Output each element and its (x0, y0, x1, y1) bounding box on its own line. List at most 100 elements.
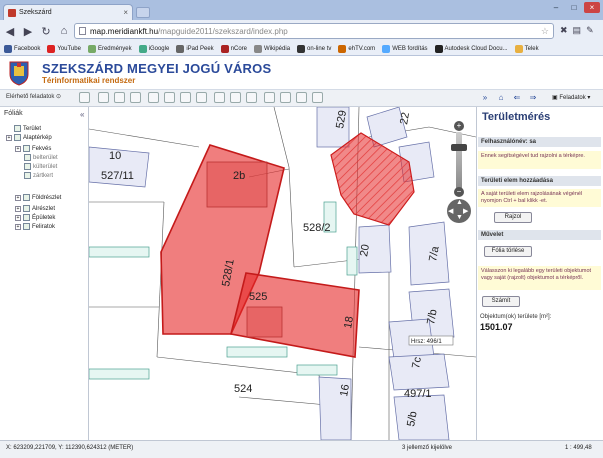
pan-icon[interactable] (130, 92, 141, 103)
draw-button[interactable]: Rajzol (494, 212, 532, 223)
parcel-label: 525 (249, 291, 267, 303)
page-menu-icon[interactable]: ▤ (573, 25, 582, 36)
expand-toggle-icon[interactable] (6, 126, 12, 132)
zoom-rect-icon[interactable] (148, 92, 159, 103)
expand-toggle-icon[interactable]: + (15, 145, 21, 152)
bookmark-item[interactable]: Telek (514, 44, 539, 53)
pan-right-icon[interactable]: ▶ (463, 207, 468, 215)
layer-checkbox[interactable] (24, 172, 31, 179)
layer-item[interactable]: + Épületek (15, 214, 55, 221)
calculate-button[interactable]: Számít (482, 296, 520, 307)
task-back-icon[interactable]: ⇐ (512, 93, 522, 103)
layer-item[interactable]: zártkert (24, 172, 53, 179)
tasks-icon: ▣ (552, 95, 558, 101)
home-icon[interactable]: ⌂ (58, 25, 70, 37)
expand-toggle-icon[interactable]: + (15, 223, 21, 230)
bookmark-item[interactable]: Autodesk Cloud Docu... (434, 44, 508, 53)
clear-selection-icon[interactable] (312, 92, 323, 103)
close-window-icon[interactable]: × (584, 2, 600, 13)
bookmark-item[interactable]: on-line tv (297, 44, 331, 53)
section-add-area: Területi elem hozzáadása (478, 176, 601, 186)
parcel-label: 10 (109, 150, 121, 162)
expand-toggle-icon[interactable]: + (6, 134, 12, 141)
layer-checkbox[interactable] (23, 205, 30, 212)
task-forward-icon[interactable]: ⇒ (528, 93, 538, 103)
maximize-icon[interactable]: □ (566, 2, 582, 13)
bookmark-item[interactable]: Eredmények (87, 44, 132, 53)
star-icon[interactable]: ☆ (541, 26, 549, 37)
layer-item[interactable]: belterület (24, 154, 58, 161)
address-bar[interactable]: map.meridiankft.hu/mapguide2011/szekszar… (74, 23, 554, 39)
pan-left-icon[interactable]: ◀ (448, 207, 453, 215)
svg-text:Hrsz: 496/1: Hrsz: 496/1 (411, 339, 442, 345)
back-icon[interactable]: ◀ (4, 25, 16, 38)
new-tab-button[interactable] (136, 7, 150, 18)
layer-checkbox[interactable] (23, 223, 30, 230)
task-home-icon[interactable]: ⌂ (496, 93, 506, 103)
layer-item[interactable]: + Feliratok (15, 223, 55, 230)
layer-checkbox[interactable] (14, 125, 21, 132)
select-polygon-icon[interactable] (230, 92, 241, 103)
wrench-icon[interactable]: ✎ (586, 25, 594, 36)
minimize-icon[interactable]: – (548, 2, 564, 13)
query-icon[interactable] (296, 92, 307, 103)
layer-item[interactable]: külterület (24, 163, 57, 170)
zoom-out-button[interactable]: − (454, 187, 464, 197)
fit-extent-icon[interactable] (196, 92, 207, 103)
forward-icon[interactable]: ▶ (22, 25, 34, 38)
zoom-in-button[interactable]: + (454, 121, 464, 131)
layer-item[interactable]: Terület (6, 125, 41, 132)
pan-down-icon[interactable]: ▼ (456, 214, 463, 221)
close-tab-icon[interactable]: × (123, 8, 128, 17)
select-icon[interactable] (214, 92, 225, 103)
layer-label: Fekvés (32, 145, 52, 152)
theme-icon[interactable] (280, 92, 291, 103)
bookmark-item[interactable]: iPad Peek (176, 44, 214, 53)
zoom-out-rect-icon[interactable] (114, 92, 125, 103)
pan-up-icon[interactable]: ▲ (456, 199, 463, 206)
bookmark-item[interactable]: Wikipédia (254, 44, 290, 53)
map-nav-control[interactable]: + − ▲ ▼ ◀ ▶ (447, 121, 471, 231)
reload-icon[interactable]: ↻ (40, 25, 52, 38)
expand-icon[interactable]: » (480, 93, 490, 103)
bookmark-icon (220, 44, 229, 53)
collapse-icon[interactable]: « (80, 110, 84, 119)
expand-toggle-icon[interactable]: + (15, 205, 21, 212)
layer-checkbox[interactable] (23, 194, 30, 201)
bookmark-item[interactable]: WEB fordítás (382, 44, 428, 53)
extension-icon[interactable]: ✖ (560, 25, 568, 36)
bookmark-item[interactable]: iGoogle (138, 44, 169, 53)
layer-item[interactable]: + Földrészlet (15, 194, 61, 201)
clear-layer-button[interactable]: Fólia törlése (484, 246, 532, 257)
bookmark-item[interactable]: Facebook (4, 44, 40, 53)
zoom-out-icon[interactable] (180, 92, 191, 103)
pan-control[interactable]: ▲ ▼ ◀ ▶ (447, 199, 471, 223)
zoom-in-rect-icon[interactable] (98, 92, 109, 103)
zoom-slider-track[interactable] (456, 132, 462, 190)
browser-tab[interactable]: Szekszárd × (3, 4, 133, 20)
layer-label: Terület (23, 125, 42, 132)
buffer-icon[interactable] (264, 92, 275, 103)
zoom-slider-handle[interactable] (451, 144, 467, 151)
layer-checkbox[interactable] (23, 214, 30, 221)
layer-checkbox[interactable] (24, 154, 31, 161)
print-icon[interactable] (79, 92, 90, 103)
layer-checkbox[interactable] (23, 145, 30, 152)
layer-checkbox[interactable] (24, 163, 31, 170)
tasks-dropdown[interactable]: Elérhető feladatok ⊙ (6, 93, 61, 100)
zoom-in-icon[interactable] (164, 92, 175, 103)
measure-icon[interactable] (246, 92, 257, 103)
tasks-menu[interactable]: ▣ Feladatok ▾ (552, 94, 590, 101)
layer-checkbox[interactable] (14, 134, 21, 141)
layer-item[interactable]: + Alrészlet (15, 205, 55, 212)
layer-item[interactable]: + Fekvés (15, 145, 51, 152)
bookmark-item[interactable]: nCore (220, 44, 247, 53)
expand-toggle-icon[interactable]: + (15, 194, 21, 201)
map-view[interactable]: 10 527/11 2b 529 22 528/1 528/2 20 7/a 525 18 7/b 7c… (89, 107, 476, 440)
bookmark-item[interactable]: ehTV.com (338, 44, 375, 53)
bookmark-item[interactable]: YouTube (47, 44, 81, 53)
map-canvas[interactable]: 10527/11 2b529 22528/1528/220 7/a52518 7/b7c… (89, 107, 476, 440)
layer-label: Feliratok (32, 223, 56, 230)
expand-toggle-icon[interactable]: + (15, 214, 21, 221)
layer-item[interactable]: + Alaptérkép (6, 134, 52, 141)
